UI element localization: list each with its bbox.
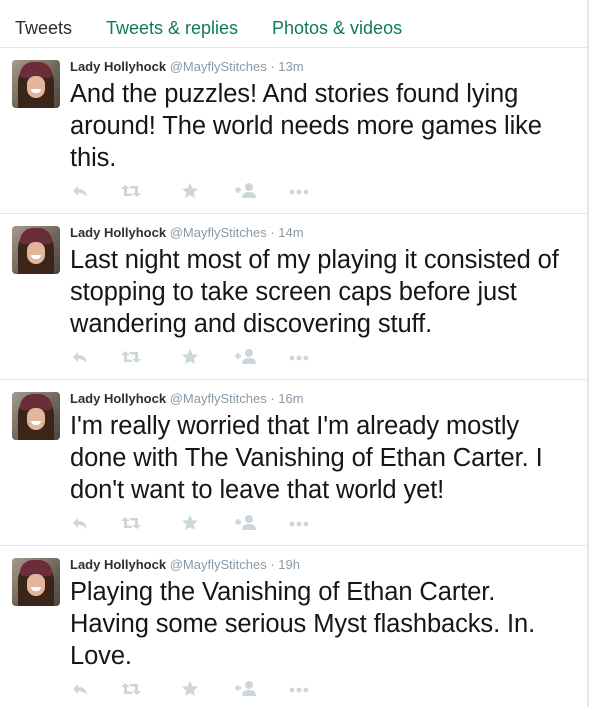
more-icon[interactable] <box>288 679 312 699</box>
tweet-header: Lady Hollyhock @MayflyStitches · 13m <box>70 59 304 75</box>
author-handle[interactable]: @MayflyStitches <box>170 391 267 406</box>
retweet-icon[interactable] <box>120 513 144 533</box>
tweet-timestamp[interactable]: 19h <box>278 557 300 572</box>
tweet-text: Last night most of my playing it consist… <box>70 246 559 338</box>
more-icon[interactable] <box>288 513 312 533</box>
profile-tabs: Tweets Tweets & replies Photos & videos <box>0 0 589 48</box>
separator: · <box>270 557 275 572</box>
tweet-timestamp[interactable]: 16m <box>278 391 303 406</box>
avatar[interactable] <box>12 392 60 440</box>
tweet-header: Lady Hollyhock @MayflyStitches · 14m <box>70 225 304 241</box>
follow-icon[interactable] <box>234 513 258 533</box>
star-icon[interactable] <box>180 679 204 699</box>
separator: · <box>270 391 275 406</box>
retweet-icon[interactable] <box>120 347 144 367</box>
author-handle[interactable]: @MayflyStitches <box>170 225 267 240</box>
tab-tweets-and-replies[interactable]: Tweets & replies <box>106 18 238 38</box>
avatar[interactable] <box>12 558 60 606</box>
tweet-timestamp[interactable]: 14m <box>278 225 303 240</box>
star-icon[interactable] <box>180 347 204 367</box>
tweet-timestamp[interactable]: 13m <box>278 59 303 74</box>
tweet[interactable]: Lady Hollyhock @MayflyStitches · 19h Pla… <box>0 546 587 707</box>
tweet-header: Lady Hollyhock @MayflyStitches · 16m <box>70 391 304 407</box>
follow-icon[interactable] <box>234 679 258 699</box>
author-name[interactable]: Lady Hollyhock <box>70 225 166 240</box>
reply-icon[interactable] <box>70 181 94 201</box>
follow-icon[interactable] <box>234 347 258 367</box>
star-icon[interactable] <box>180 181 204 201</box>
author-name[interactable]: Lady Hollyhock <box>70 557 166 572</box>
avatar[interactable] <box>12 226 60 274</box>
separator: · <box>270 225 275 240</box>
tweet-header: Lady Hollyhock @MayflyStitches · 19h <box>70 557 300 573</box>
author-handle[interactable]: @MayflyStitches <box>170 59 267 74</box>
tweet-text: Playing the Vanishing of Ethan Carter. H… <box>70 578 536 670</box>
reply-icon[interactable] <box>70 513 94 533</box>
follow-icon[interactable] <box>234 181 258 201</box>
retweet-icon[interactable] <box>120 679 144 699</box>
tweet-text: I'm really worried that I'm already most… <box>70 412 543 504</box>
star-icon[interactable] <box>180 513 204 533</box>
reply-icon[interactable] <box>70 679 94 699</box>
tab-tweets[interactable]: Tweets <box>15 18 72 38</box>
separator: · <box>270 59 275 74</box>
tweet[interactable]: Lady Hollyhock @MayflyStitches · 16m I'm… <box>0 380 587 546</box>
avatar[interactable] <box>12 60 60 108</box>
reply-icon[interactable] <box>70 347 94 367</box>
more-icon[interactable] <box>288 181 312 201</box>
tweet-text: And the puzzles! And stories found lying… <box>70 80 542 172</box>
author-name[interactable]: Lady Hollyhock <box>70 59 166 74</box>
author-name[interactable]: Lady Hollyhock <box>70 391 166 406</box>
more-icon[interactable] <box>288 347 312 367</box>
retweet-icon[interactable] <box>120 181 144 201</box>
tweet[interactable]: Lady Hollyhock @MayflyStitches · 14m Las… <box>0 214 587 380</box>
tweet[interactable]: Lady Hollyhock @MayflyStitches · 13m And… <box>0 48 587 214</box>
tab-photos-and-videos[interactable]: Photos & videos <box>272 18 402 38</box>
author-handle[interactable]: @MayflyStitches <box>170 557 267 572</box>
